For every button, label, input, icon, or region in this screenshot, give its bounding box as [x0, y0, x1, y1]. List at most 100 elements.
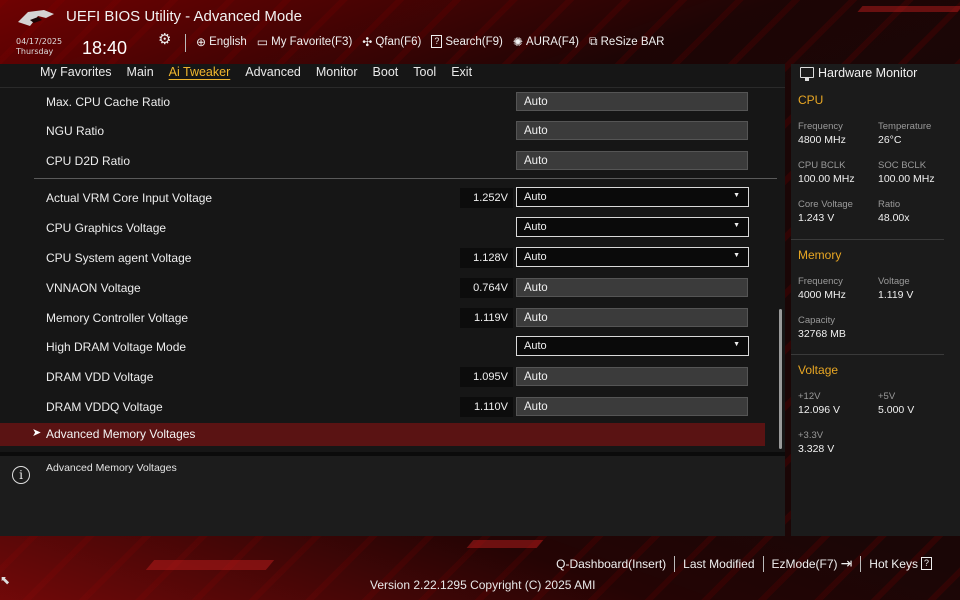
setting-row-vnnaon-voltage[interactable]: VNNAON Voltage 0.764V Auto — [0, 277, 770, 307]
resize-bar-button[interactable]: ⧉ ReSize BAR — [589, 34, 665, 49]
setting-row-vrm-core-input-voltage[interactable]: Actual VRM Core Input Voltage 1.252V Aut… — [0, 187, 770, 217]
last-modified-button[interactable]: Last Modified — [683, 557, 754, 571]
search-label: Search(F9) — [445, 35, 503, 48]
hardware-monitor-panel: Hardware Monitor CPU Frequency 4800 MHz T… — [791, 64, 960, 536]
metric-key: SOC BCLK — [878, 160, 927, 171]
tab-ai-tweaker[interactable]: Ai Tweaker — [169, 65, 231, 79]
q-dashboard-button[interactable]: Q-Dashboard(Insert) — [556, 557, 666, 571]
my-favorite-label: My Favorite(F3) — [271, 35, 353, 48]
tab-monitor[interactable]: Monitor — [316, 65, 358, 79]
hot-keys-button[interactable]: Hot Keys ? — [869, 557, 932, 571]
caret-down-icon: ▼ — [733, 341, 740, 348]
voltage-12v: +12V 12.096 V — [798, 391, 876, 417]
memory-capacity: Capacity 32768 MB — [798, 315, 876, 341]
section-divider — [34, 178, 777, 179]
metric-value: 3.328 V — [798, 443, 835, 455]
setting-dropdown[interactable]: Auto ▼ — [516, 247, 749, 267]
favorite-icon: ▭ — [256, 34, 269, 49]
metric-key: Frequency — [798, 121, 843, 132]
gear-icon[interactable]: ⚙ — [158, 30, 171, 48]
core-voltage: Core Voltage 1.243 V — [798, 199, 876, 225]
aura-label: AURA(F4) — [525, 35, 579, 48]
tab-main[interactable]: Main — [127, 65, 154, 79]
setting-row-cpu-system-agent-voltage[interactable]: CPU System agent Voltage 1.128V Auto ▼ — [0, 247, 770, 277]
setting-value-field[interactable]: Auto — [516, 308, 748, 327]
voltage-3v3: +3.3V 3.328 V — [798, 430, 876, 456]
ezmode-button[interactable]: EzMode(F7) ⇥ — [772, 555, 853, 572]
voltage-reading: 1.095V — [460, 367, 513, 387]
metric-value: 4000 MHz — [798, 289, 846, 301]
resize-bar-icon: ⧉ — [589, 34, 598, 48]
setting-row-ngu-ratio[interactable]: NGU Ratio Auto — [0, 120, 770, 150]
scrollbar[interactable] — [779, 309, 782, 449]
setting-value-field[interactable]: Auto — [516, 121, 748, 140]
tab-tool[interactable]: Tool — [413, 65, 436, 79]
metric-value: 32768 MB — [798, 328, 846, 340]
setting-value-field[interactable]: Auto — [516, 92, 748, 111]
voltage-reading: 1.110V — [460, 397, 513, 417]
cpu-ratio: Ratio 48.00x — [878, 199, 956, 225]
metric-value: 4800 MHz — [798, 134, 846, 146]
caret-down-icon: ▼ — [733, 252, 740, 259]
clock[interactable]: 18:40 — [82, 38, 127, 59]
setting-row-cpu-graphics-voltage[interactable]: CPU Graphics Voltage Auto ▼ — [0, 217, 770, 247]
metric-key: Capacity — [798, 315, 835, 326]
setting-label: Actual VRM Core Input Voltage — [46, 191, 213, 205]
header: UEFI BIOS Utility - Advanced Mode 04/17/… — [0, 0, 960, 64]
dropdown-value: Auto — [524, 191, 547, 203]
submenu-advanced-memory-voltages[interactable]: ➤ Advanced Memory Voltages — [0, 423, 765, 446]
setting-value-field[interactable]: Auto — [516, 367, 748, 386]
setting-dropdown[interactable]: Auto ▼ — [516, 336, 749, 356]
memory-frequency: Frequency 4000 MHz — [798, 276, 876, 302]
setting-value-field[interactable]: Auto — [516, 151, 748, 170]
date-text: 04/17/2025 — [16, 37, 63, 46]
setting-dropdown[interactable]: Auto ▼ — [516, 217, 749, 237]
metric-key: Temperature — [878, 121, 932, 132]
setting-row-cpu-d2d-ratio[interactable]: CPU D2D Ratio Auto — [0, 150, 770, 180]
toolbar: ⊕ English ▭ My Favorite(F3) ✣ Qfan(F6) ?… — [196, 34, 665, 49]
cpu-bclk: CPU BCLK 100.00 MHz — [798, 160, 876, 186]
divider — [762, 555, 764, 572]
setting-label: DRAM VDD Voltage — [46, 370, 154, 384]
hot-keys-label: Hot Keys — [869, 556, 918, 571]
tab-my-favorites[interactable]: My Favorites — [40, 65, 112, 79]
caret-down-icon: ▼ — [733, 192, 740, 199]
setting-dropdown[interactable]: Auto ▼ — [516, 187, 749, 207]
metric-value: 100.00 MHz — [798, 173, 855, 185]
setting-value-field[interactable]: Auto — [516, 397, 748, 416]
tab-exit[interactable]: Exit — [451, 65, 472, 79]
metric-value: 1.243 V — [798, 212, 835, 224]
language-button[interactable]: ⊕ English — [196, 34, 247, 49]
setting-label: NGU Ratio — [46, 124, 105, 138]
search-button[interactable]: ? Search(F9) — [431, 34, 503, 49]
qfan-button[interactable]: ✣ Qfan(F6) — [362, 34, 421, 49]
setting-row-memory-controller-voltage[interactable]: Memory Controller Voltage 1.119V Auto — [0, 307, 770, 337]
ezmode-label: EzMode(F7) — [771, 556, 838, 571]
setting-label: High DRAM Voltage Mode — [46, 340, 187, 354]
metric-key: Ratio — [878, 199, 901, 210]
voltage-reading: 1.252V — [460, 188, 513, 208]
divider — [791, 239, 944, 240]
setting-row-high-dram-voltage-mode[interactable]: High DRAM Voltage Mode Auto ▼ — [0, 336, 770, 366]
cpu-temperature: Temperature 26°C — [878, 121, 956, 147]
aura-button[interactable]: ✺ AURA(F4) — [513, 34, 579, 49]
submenu-label: Advanced Memory Voltages — [46, 427, 196, 441]
language-label: English — [209, 35, 247, 48]
setting-row-dram-vddq-voltage[interactable]: DRAM VDDQ Voltage 1.110V Auto — [0, 396, 770, 426]
voltage-section-title: Voltage — [798, 363, 839, 377]
tab-boot[interactable]: Boot — [373, 65, 399, 79]
submenu-arrow-icon: ➤ — [32, 426, 42, 439]
my-favorite-button[interactable]: ▭ My Favorite(F3) — [257, 34, 353, 49]
info-icon: i — [12, 466, 30, 484]
monitor-icon — [800, 67, 814, 81]
setting-value-field[interactable]: Auto — [516, 278, 748, 297]
setting-row-max-cpu-cache-ratio[interactable]: Max. CPU Cache Ratio Auto — [0, 91, 770, 121]
dropdown-value: Auto — [524, 251, 547, 263]
qfan-label: Qfan(F6) — [375, 35, 422, 48]
help-panel: i Advanced Memory Voltages — [0, 456, 785, 536]
dropdown-value: Auto — [524, 340, 547, 352]
setting-label: CPU D2D Ratio — [46, 154, 131, 168]
tab-advanced[interactable]: Advanced — [245, 65, 301, 79]
setting-row-dram-vdd-voltage[interactable]: DRAM VDD Voltage 1.095V Auto — [0, 366, 770, 396]
divider — [674, 555, 676, 572]
